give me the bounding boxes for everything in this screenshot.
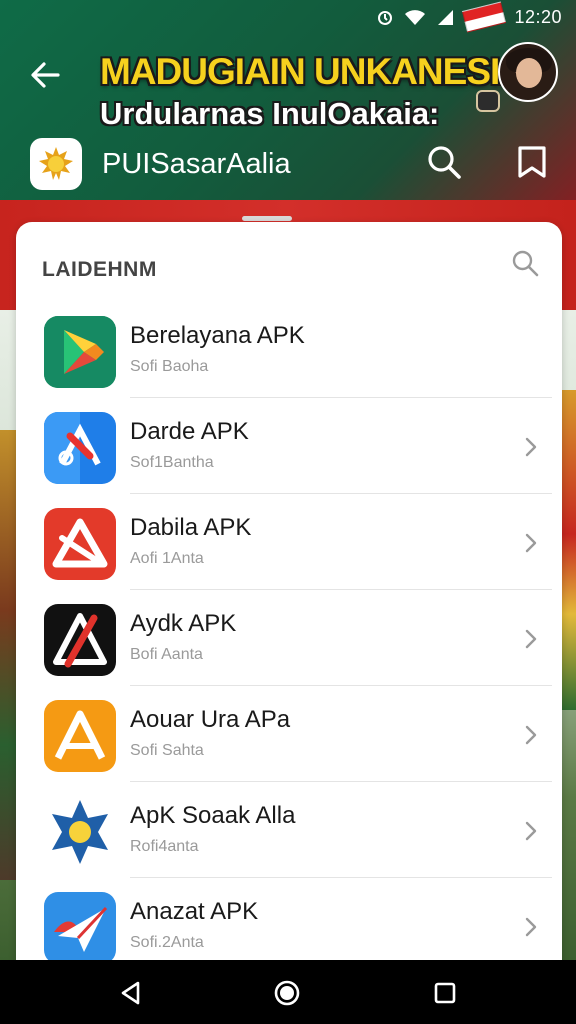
chevron-right-icon[interactable]	[520, 436, 542, 458]
play-store-icon	[44, 316, 116, 388]
app-name: Berelayana APK	[130, 322, 305, 349]
blue-sun-app-icon	[44, 796, 116, 868]
chevron-right-icon[interactable]	[520, 724, 542, 746]
mini-figure-decoration	[476, 90, 500, 112]
recents-square-icon[interactable]	[430, 978, 460, 1008]
chevron-right-icon[interactable]	[520, 628, 542, 650]
home-circle-icon[interactable]	[272, 978, 302, 1008]
headline-line2: Urdularnas InulOakaia:	[100, 96, 440, 131]
chevron-right-icon[interactable]	[520, 916, 542, 938]
app-list: Berelayana APK Sofi Baoha Darde APK Sof1…	[16, 302, 562, 974]
list-item[interactable]: ApK Soaak Alla Rofi4anta	[16, 782, 562, 878]
app-name: Dabila APK	[130, 514, 252, 541]
app-subtitle: Sofi Sahta	[130, 742, 204, 759]
orange-a-app-icon	[44, 700, 116, 772]
alarm-icon	[378, 11, 393, 25]
app-name: Aouar Ura APa	[130, 706, 291, 733]
app-logo	[30, 138, 82, 190]
red-triangle-app-icon	[44, 508, 116, 580]
status-time: 12:20	[514, 6, 562, 27]
search-query-text[interactable]: PUISasarAalia	[102, 148, 291, 181]
app-name: Anazat APK	[130, 898, 259, 925]
chevron-right-icon[interactable]	[520, 532, 542, 554]
wifi-icon	[405, 10, 426, 25]
list-item[interactable]: Aydk APK Bofi Aanta	[16, 590, 562, 686]
app-name: Aydk APK	[130, 610, 237, 637]
chevron-right-icon[interactable]	[520, 820, 542, 842]
sun-emblem-icon	[39, 147, 73, 180]
app-name: ApK Soaak Alla	[130, 802, 296, 829]
black-slash-app-icon	[44, 604, 116, 676]
list-item[interactable]: Berelayana APK Sofi Baoha	[16, 302, 562, 398]
list-item[interactable]: Aouar Ura APa Sofi Sahta	[16, 686, 562, 782]
headline: MADUGIAIN UNKANESIA Urdularnas InulOakai…	[100, 51, 526, 132]
status-bar: 12:20	[0, 0, 576, 34]
list-item[interactable]: Darde APK Sof1Bantha	[16, 398, 562, 494]
navigation-bar	[0, 960, 576, 1024]
satellite-app-icon	[44, 412, 116, 484]
app-subtitle: Rofi4anta	[130, 838, 199, 855]
back-triangle-icon[interactable]	[116, 978, 146, 1008]
search-icon[interactable]	[424, 142, 464, 182]
app-name: Darde APK	[130, 418, 249, 445]
app-subtitle: Aofi 1Anta	[130, 550, 204, 567]
flag-icon	[462, 1, 507, 33]
paper-plane-app-icon	[44, 892, 116, 964]
app-subtitle: Sofi Baoha	[130, 358, 209, 375]
drag-handle[interactable]	[242, 216, 292, 221]
signal-icon	[438, 10, 454, 25]
bookmark-icon[interactable]	[512, 142, 552, 182]
list-item[interactable]: Dabila APK Aofi 1Anta	[16, 494, 562, 590]
app-subtitle: Bofi Aanta	[130, 646, 203, 663]
app-subtitle: Sofi.2Anta	[130, 934, 204, 951]
avatar[interactable]	[498, 42, 558, 102]
app-subtitle: Sof1Bantha	[130, 454, 214, 471]
back-arrow-icon[interactable]	[26, 56, 64, 94]
headline-line1: MADUGIAIN UNKANESIA	[100, 51, 526, 92]
search-icon[interactable]	[510, 248, 540, 278]
section-title: LAIDEHNM	[42, 258, 157, 281]
app-list-card: LAIDEHNM Berelayana APK Sofi Baoha Darde…	[16, 222, 562, 982]
